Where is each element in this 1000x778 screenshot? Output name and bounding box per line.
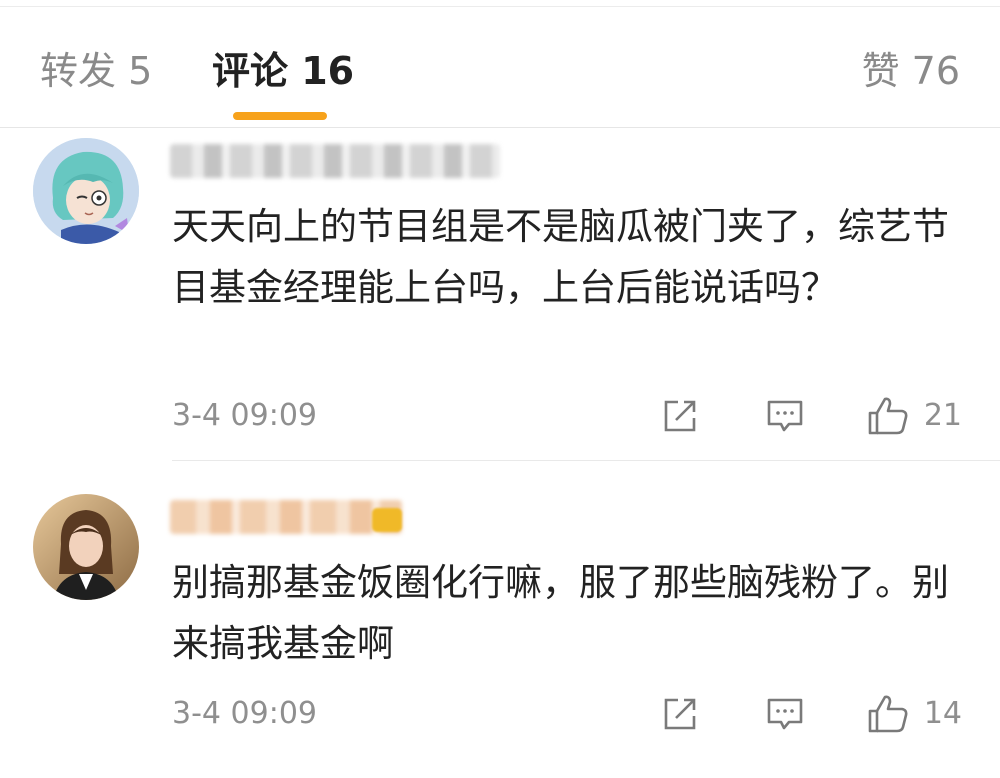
avatar[interactable] — [33, 494, 139, 600]
tabs-divider — [0, 127, 1000, 128]
comment-footer: 3-4 09:09 14 — [172, 694, 972, 734]
like-count: 21 — [923, 398, 962, 433]
comment-bubble-icon — [767, 698, 803, 730]
comment-footer: 3-4 09:09 21 — [172, 396, 972, 436]
username-blurred[interactable] — [170, 500, 402, 534]
comment-item: 别搞那基金饭圈化行嘛，服了那些脑残粉了。别来搞我基金啊 3-4 09:09 14 — [0, 462, 1000, 778]
comment-timestamp: 3-4 09:09 — [172, 398, 317, 433]
reply-button[interactable] — [765, 396, 805, 436]
tab-like[interactable]: 赞 76 — [862, 48, 960, 94]
photo-woman-avatar-icon — [33, 494, 139, 600]
anime-character-avatar-icon — [33, 138, 139, 244]
avatar[interactable] — [33, 138, 139, 244]
comment-timestamp: 3-4 09:09 — [172, 696, 317, 731]
comment-divider — [172, 460, 1000, 461]
share-icon — [664, 400, 696, 432]
thumbs-up-icon — [868, 695, 908, 733]
username-blurred[interactable] — [170, 144, 500, 178]
comment-bubble-icon — [767, 400, 803, 432]
reply-button[interactable] — [765, 694, 805, 734]
like-button[interactable]: 21 — [866, 396, 962, 436]
share-icon — [664, 698, 696, 730]
share-button[interactable] — [660, 694, 700, 734]
comment-text: 别搞那基金饭圈化行嘛，服了那些脑残粉了。别来搞我基金啊 — [172, 561, 949, 665]
tab-repost[interactable]: 转发 5 — [40, 48, 152, 94]
comment-item: 天天向上的节目组是不是脑瓜被门夹了，综艺节目基金经理能上台吗，上台后能说话吗？ … — [0, 130, 1000, 460]
thumbs-up-icon — [868, 397, 908, 435]
like-button[interactable]: 14 — [866, 694, 962, 734]
tab-comment[interactable]: 评论 16 — [212, 48, 354, 94]
like-count: 14 — [923, 696, 962, 731]
top-divider — [0, 6, 1000, 7]
vip-badge-icon — [372, 508, 402, 532]
comment-text: 天天向上的节目组是不是脑瓜被门夹了，综艺节目基金经理能上台吗，上台后能说话吗？ — [172, 205, 949, 309]
comment-tabs: 转发 5 评论 16 赞 76 — [0, 28, 1000, 128]
active-tab-indicator — [233, 112, 327, 120]
share-button[interactable] — [660, 396, 700, 436]
